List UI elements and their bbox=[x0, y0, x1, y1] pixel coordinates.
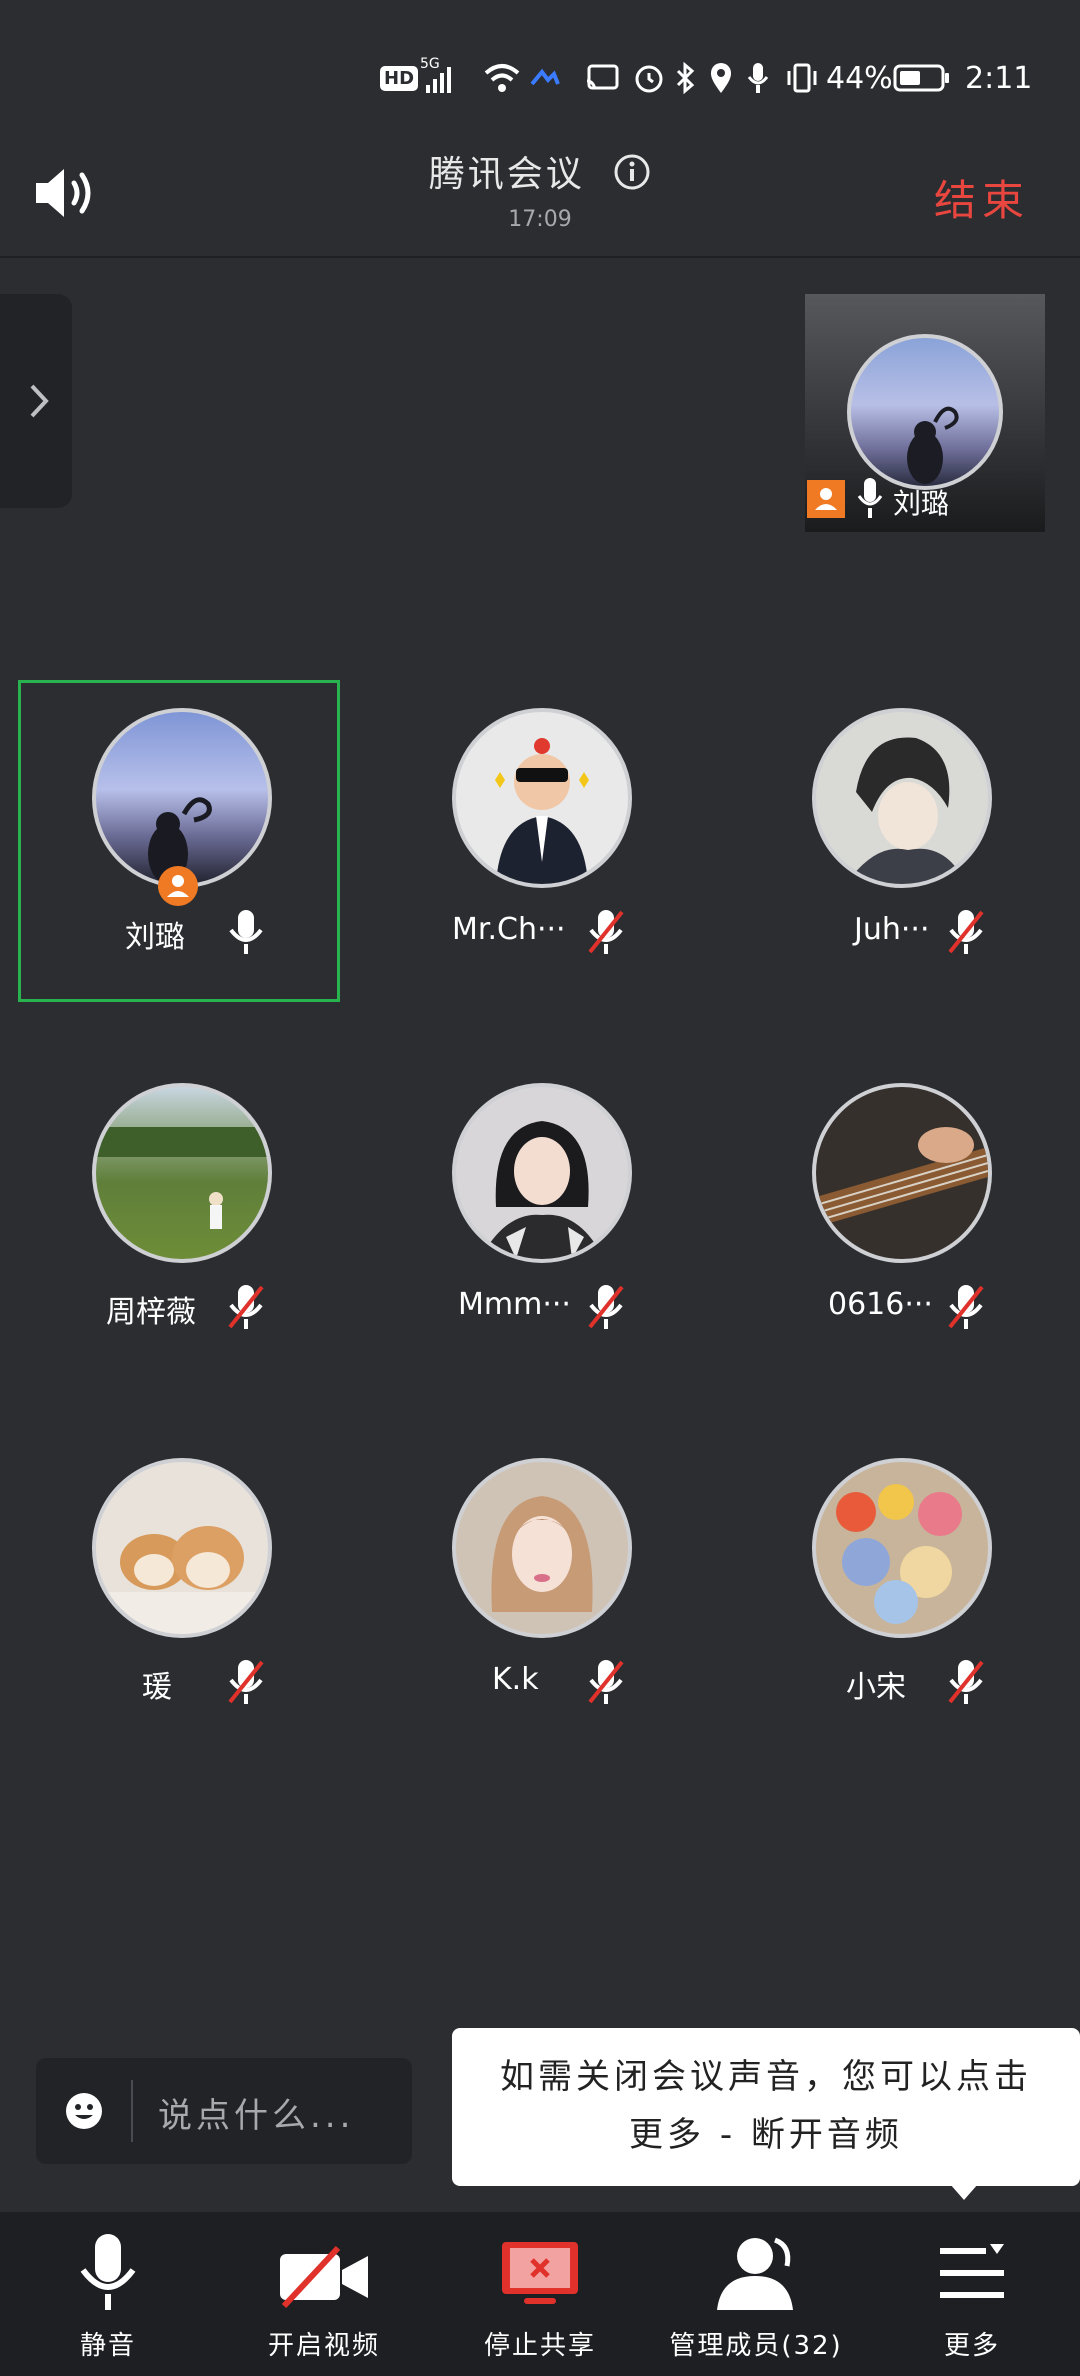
audio-tip-tooltip: 如需关闭会议声音，您可以点击 更多 - 断开音频 bbox=[452, 2028, 1080, 2186]
video-off-icon bbox=[280, 2245, 368, 2309]
more-button[interactable]: 更多 bbox=[864, 2212, 1080, 2376]
cast-icon bbox=[585, 58, 621, 98]
participant-tile[interactable]: 瑗 bbox=[18, 1430, 338, 1750]
mic-muted-icon bbox=[584, 1283, 628, 1331]
info-icon[interactable] bbox=[613, 153, 651, 200]
host-badge-icon bbox=[807, 480, 845, 518]
mic-muted-icon bbox=[944, 1658, 988, 1706]
hd-icon: HD bbox=[380, 58, 419, 98]
tooltip-line: 更多 - 断开音频 bbox=[629, 2115, 903, 2155]
emoji-icon[interactable] bbox=[64, 2091, 104, 2135]
end-meeting-button[interactable]: 结束 bbox=[934, 167, 1030, 228]
participant-tile[interactable]: Mr.Ch··· bbox=[378, 680, 698, 1000]
mic-muted-icon bbox=[224, 1283, 268, 1331]
avatar bbox=[812, 1083, 992, 1263]
participant-name: K.k bbox=[492, 1662, 539, 1697]
mic-muted-icon bbox=[584, 908, 628, 956]
participant-name: Mr.Ch··· bbox=[452, 912, 566, 947]
microphone-status-icon bbox=[745, 58, 771, 98]
meeting-header: 腾讯会议 17:09 结束 bbox=[0, 125, 1080, 258]
share-screen-icon bbox=[502, 2242, 578, 2304]
input-divider bbox=[131, 2080, 133, 2142]
chat-placeholder: 说点什么... bbox=[158, 2096, 355, 2136]
more-menu-icon bbox=[940, 2244, 1004, 2298]
avatar bbox=[452, 1083, 632, 1263]
chat-input[interactable]: 说点什么... bbox=[36, 2058, 412, 2164]
tooltip-line: 如需关闭会议声音，您可以点击 bbox=[500, 2057, 1032, 2097]
microphone-icon bbox=[80, 2234, 136, 2310]
participant-name: 瑗 bbox=[142, 1670, 172, 1705]
participant-tile[interactable]: K.k bbox=[378, 1430, 698, 1750]
mic-muted-icon bbox=[944, 908, 988, 956]
status-bar: HD 5G 44% 2:11 bbox=[0, 0, 1080, 125]
participant-tile[interactable]: Juh··· bbox=[738, 680, 1058, 1000]
floating-video-name: 刘璐 bbox=[893, 487, 950, 520]
battery-percent: 44% bbox=[826, 60, 893, 96]
wifi-icon bbox=[482, 58, 522, 98]
battery-icon bbox=[893, 58, 951, 98]
mic-muted-icon bbox=[944, 1283, 988, 1331]
mic-muted-icon bbox=[584, 1658, 628, 1706]
avatar bbox=[92, 708, 272, 888]
members-icon bbox=[717, 2237, 793, 2310]
start-video-button[interactable]: 开启视频 bbox=[216, 2212, 432, 2376]
host-badge-icon bbox=[158, 866, 198, 906]
avatar bbox=[452, 708, 632, 888]
participant-tile[interactable]: 刘璐 bbox=[18, 680, 338, 1000]
avatar bbox=[92, 1083, 272, 1263]
participant-tile[interactable]: 小宋 bbox=[738, 1430, 1058, 1750]
vpn-icon bbox=[530, 58, 560, 98]
tooltip-arrow bbox=[950, 2184, 978, 2200]
participant-name: Mmm··· bbox=[458, 1287, 571, 1322]
meeting-duration: 17:09 bbox=[508, 207, 572, 232]
chevron-right-icon bbox=[30, 384, 49, 418]
stop-sharing-button[interactable]: 停止共享 bbox=[432, 2212, 648, 2376]
bluetooth-icon bbox=[674, 58, 696, 98]
location-icon bbox=[708, 58, 734, 98]
cellular-signal-icon: 5G bbox=[420, 56, 460, 98]
participant-tile[interactable]: 0616··· bbox=[738, 1055, 1058, 1375]
avatar bbox=[92, 1458, 272, 1638]
header-divider bbox=[0, 256, 1080, 258]
meeting-title[interactable]: 腾讯会议 bbox=[0, 145, 1080, 200]
participant-name: 刘璐 bbox=[125, 920, 185, 955]
participant-name: 0616··· bbox=[828, 1287, 933, 1322]
avatar bbox=[812, 708, 992, 888]
participant-tile[interactable]: Mmm··· bbox=[378, 1055, 698, 1375]
floating-video-window[interactable]: 刘璐 bbox=[805, 294, 1045, 532]
mute-button[interactable]: 静音 bbox=[0, 2212, 216, 2376]
participant-name: Juh··· bbox=[854, 912, 930, 947]
clock: 2:11 bbox=[965, 60, 1033, 96]
participant-name: 小宋 bbox=[846, 1670, 906, 1705]
participant-tile[interactable]: 周梓薇 bbox=[18, 1055, 338, 1375]
side-panel-toggle[interactable] bbox=[0, 294, 72, 508]
mic-on-icon bbox=[224, 908, 268, 956]
participant-name: 周梓薇 bbox=[106, 1295, 196, 1330]
avatar bbox=[847, 334, 1003, 490]
avatar bbox=[452, 1458, 632, 1638]
mic-muted-icon bbox=[224, 1658, 268, 1706]
mic-on-icon bbox=[855, 476, 885, 524]
manage-members-button[interactable]: 管理成员(32) bbox=[648, 2212, 864, 2376]
vibrate-icon bbox=[784, 58, 820, 98]
avatar bbox=[812, 1458, 992, 1638]
alarm-icon bbox=[632, 58, 666, 98]
bottom-toolbar: 静音 开启视频 停止共享 管理成员(32) 更多 bbox=[0, 2212, 1080, 2376]
